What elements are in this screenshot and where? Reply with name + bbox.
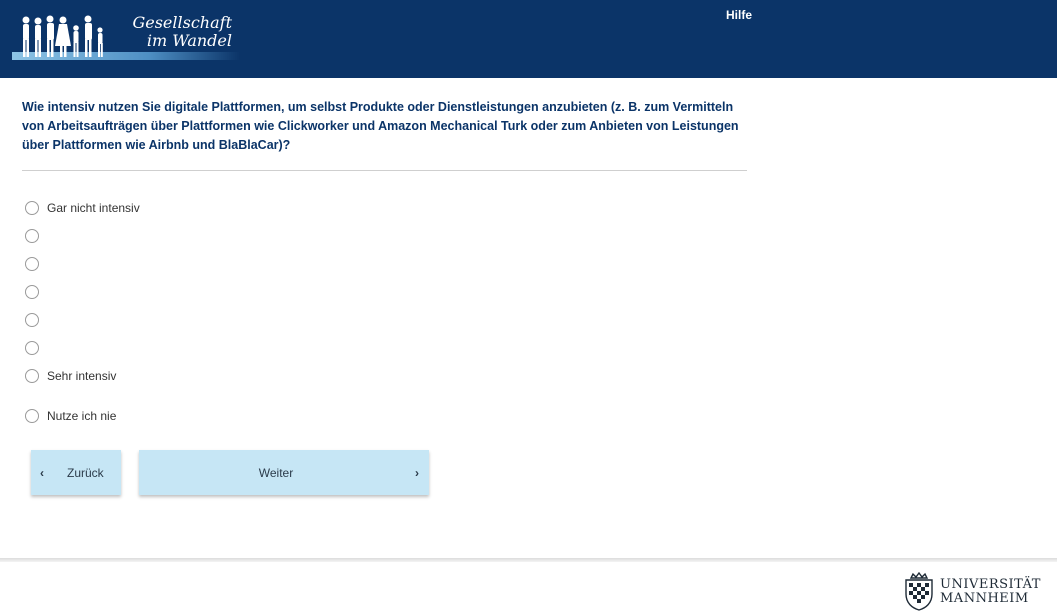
universitaet-mannheim-logo: UNIVERSITÄT MANNHEIM <box>902 572 1041 612</box>
option-label: Sehr intensiv <box>47 369 117 383</box>
radio-button[interactable] <box>25 369 39 383</box>
logo-line-2: im Wandel <box>146 31 232 50</box>
chevron-right-icon: › <box>415 465 419 480</box>
help-link[interactable]: Hilfe <box>726 8 752 22</box>
gesellschaft-im-wandel-logo: Gesellschaft im Wandel <box>12 12 240 64</box>
radio-button[interactable] <box>25 229 39 243</box>
option-scale-4[interactable] <box>25 283 47 301</box>
option-scale-2[interactable] <box>25 227 47 245</box>
option-scale-6[interactable] <box>25 339 47 357</box>
logo-title: Gesellschaft im Wandel <box>120 14 232 50</box>
logo-line-1: Gesellschaft <box>132 13 232 32</box>
option-label: Gar nicht intensiv <box>47 201 140 215</box>
people-silhouettes-icon <box>22 15 103 57</box>
university-line-1: UNIVERSITÄT <box>940 577 1041 592</box>
radio-button[interactable] <box>25 285 39 299</box>
option-scale-3[interactable] <box>25 255 47 273</box>
option-gar-nicht-intensiv[interactable]: Gar nicht intensiv <box>25 199 140 217</box>
back-button[interactable]: ‹ Zurück <box>31 450 121 495</box>
radio-button[interactable] <box>25 257 39 271</box>
university-crest-icon <box>905 572 933 611</box>
option-scale-5[interactable] <box>25 311 47 329</box>
university-line-2: MANNHEIM <box>940 591 1029 606</box>
footer-divider <box>0 558 1057 562</box>
option-sehr-intensiv[interactable]: Sehr intensiv <box>25 367 116 385</box>
radio-button[interactable] <box>25 313 39 327</box>
question-text: Wie intensiv nutzen Sie digitale Plattfo… <box>22 100 739 152</box>
university-name: UNIVERSITÄT MANNHEIM <box>940 578 1041 606</box>
question-divider <box>22 170 747 171</box>
radio-button[interactable] <box>25 409 39 423</box>
radio-button[interactable] <box>25 201 39 215</box>
radio-button[interactable] <box>25 341 39 355</box>
header-bar: Gesellschaft im Wandel Hilfe <box>0 0 1057 78</box>
next-button[interactable]: Weiter › <box>139 450 429 495</box>
option-label: Nutze ich nie <box>47 409 117 423</box>
next-button-label: Weiter <box>258 465 294 480</box>
option-nutze-ich-nie[interactable]: Nutze ich nie <box>25 407 116 425</box>
back-button-label: Zurück <box>67 465 104 480</box>
chevron-left-icon: ‹ <box>40 465 44 480</box>
